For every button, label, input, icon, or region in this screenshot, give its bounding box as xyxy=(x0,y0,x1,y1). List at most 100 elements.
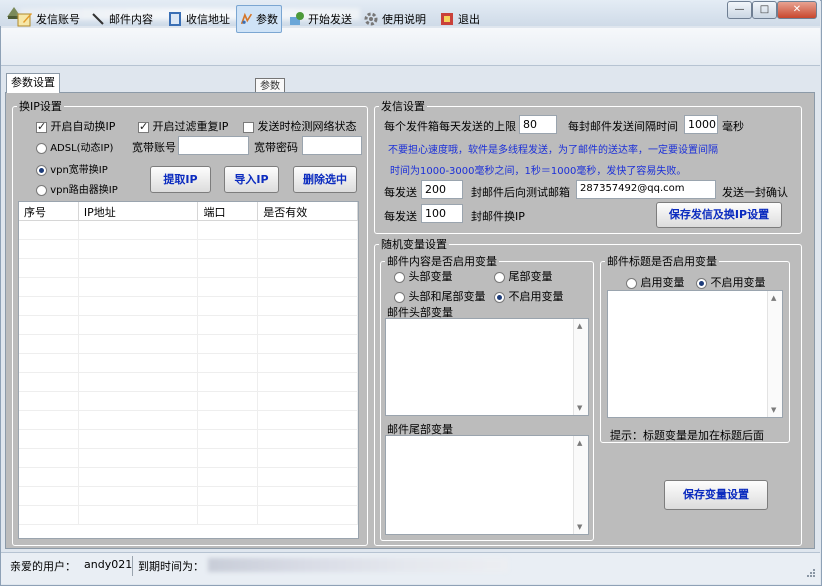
username: andy021 xyxy=(84,558,133,571)
send-icon xyxy=(290,12,304,25)
check-net-checkbox[interactable]: 发送时检测网络状态 xyxy=(243,118,357,134)
table-cell xyxy=(19,506,79,525)
ip-table-body xyxy=(19,221,358,525)
opt-none-radio[interactable]: 不启用变量 xyxy=(494,288,564,304)
toolbar-params-button[interactable]: 参数 xyxy=(236,5,282,33)
table-row[interactable] xyxy=(19,373,358,392)
toolbar-label: 使用说明 xyxy=(382,13,426,26)
table-row[interactable] xyxy=(19,506,358,525)
table-cell xyxy=(79,506,199,525)
save-variables-button[interactable]: 保存变量设置 xyxy=(664,480,768,510)
ip-table[interactable]: 序号 IP地址 端口 是否有效 xyxy=(18,201,359,539)
table-cell xyxy=(19,430,79,449)
table-cell xyxy=(79,487,199,506)
filter-dup-checkbox[interactable]: 开启过滤重复IP xyxy=(138,118,228,134)
switch-ip-every-input[interactable]: 100 xyxy=(421,204,463,223)
toolbar-content-button[interactable]: 邮件内容 xyxy=(87,5,156,33)
scrollbar[interactable] xyxy=(767,291,782,417)
toolbar-label: 邮件内容 xyxy=(109,13,153,26)
toolbar xyxy=(1,28,820,66)
table-row[interactable] xyxy=(19,411,358,430)
toolbar-send-button[interactable]: 开始发送 xyxy=(286,5,355,33)
table-cell xyxy=(198,316,259,335)
toolbar-label: 发信账号 xyxy=(36,13,80,26)
minimize-button[interactable]: — xyxy=(727,1,752,19)
ip-table-header: 序号 IP地址 端口 是否有效 xyxy=(19,202,358,221)
table-row[interactable] xyxy=(19,240,358,259)
save-send-settings-button[interactable]: 保存发信及换IP设置 xyxy=(656,202,782,228)
table-row[interactable] xyxy=(19,354,358,373)
hint-line-1: 不要担心速度哦，软件是多线程发送，为了邮件的送达率，一定要设置间隔 xyxy=(388,145,718,156)
table-cell xyxy=(198,430,259,449)
test-every-input[interactable]: 200 xyxy=(421,180,463,199)
table-cell xyxy=(19,335,79,354)
hint-line-2: 时间为1000-3000毫秒之间，1秒＝1000毫秒，发快了容易失败。 xyxy=(390,166,687,177)
toolbar-exit-button[interactable]: 退出 xyxy=(436,5,483,33)
maximize-button[interactable]: □ xyxy=(752,1,777,19)
table-cell xyxy=(258,392,358,411)
vpn-router-radio[interactable]: vpn路由器换IP xyxy=(36,181,118,196)
resize-grip-icon[interactable] xyxy=(804,566,816,578)
table-cell xyxy=(258,411,358,430)
table-cell xyxy=(198,240,259,259)
table-cell xyxy=(258,373,358,392)
adsl-account-label: 宽带账号 xyxy=(132,141,176,154)
auto-switch-checkbox[interactable]: 开启自动换IP xyxy=(36,118,115,134)
subject-enable-radio[interactable]: 启用变量 xyxy=(626,274,685,290)
opt-tail-radio[interactable]: 尾部变量 xyxy=(494,268,553,284)
subject-disable-radio[interactable]: 不启用变量 xyxy=(696,274,766,290)
table-row[interactable] xyxy=(19,278,358,297)
interval-input[interactable]: 1000 xyxy=(684,115,718,134)
opt-both-radio[interactable]: 头部和尾部变量 xyxy=(394,288,486,304)
table-cell xyxy=(258,297,358,316)
toolbar-help-button[interactable]: 使用说明 xyxy=(360,5,429,33)
table-cell xyxy=(198,259,259,278)
table-cell xyxy=(19,392,79,411)
scrollbar[interactable] xyxy=(573,436,588,534)
table-cell xyxy=(19,487,79,506)
toolbar-accounts-button[interactable]: 发信账号 xyxy=(14,5,83,33)
import-ip-button[interactable]: 导入IP xyxy=(224,166,279,193)
table-row[interactable] xyxy=(19,316,358,335)
table-cell xyxy=(19,297,79,316)
delete-selected-button[interactable]: 删除选中 xyxy=(293,166,357,193)
col-header-valid[interactable]: 是否有效 xyxy=(258,202,358,220)
vpn-broadband-radio[interactable]: vpn宽带换IP xyxy=(36,161,108,176)
table-row[interactable] xyxy=(19,221,358,240)
daily-limit-input[interactable]: 80 xyxy=(519,115,557,134)
test-email-input[interactable]: 287357492@qq.com xyxy=(576,180,716,199)
table-cell xyxy=(258,221,358,240)
toolbar-address-button[interactable]: 收信地址 xyxy=(164,5,233,33)
adsl-password-input[interactable] xyxy=(302,136,362,155)
table-row[interactable] xyxy=(19,392,358,411)
fetch-ip-button[interactable]: 提取IP xyxy=(150,166,211,193)
user-label: 亲爱的用户： xyxy=(10,560,76,573)
table-row[interactable] xyxy=(19,335,358,354)
table-row[interactable] xyxy=(19,430,358,449)
col-header-index[interactable]: 序号 xyxy=(19,202,79,220)
scrollbar[interactable] xyxy=(573,319,588,415)
table-cell xyxy=(79,373,199,392)
table-row[interactable] xyxy=(19,449,358,468)
table-cell xyxy=(79,240,199,259)
toolbar-label: 退出 xyxy=(458,13,480,26)
opt-head-radio[interactable]: 头部变量 xyxy=(394,268,453,284)
table-cell xyxy=(19,259,79,278)
every-send-label-2: 每发送 xyxy=(384,210,417,223)
table-cell xyxy=(79,221,199,240)
adsl-radio[interactable]: ADSL(动态IP) xyxy=(36,139,113,154)
tab-params[interactable]: 参数设置 xyxy=(6,73,60,93)
table-row[interactable] xyxy=(19,297,358,316)
adsl-account-input[interactable] xyxy=(178,136,249,155)
head-variable-textarea[interactable] xyxy=(385,318,589,416)
col-header-port[interactable]: 端口 xyxy=(198,202,259,220)
table-row[interactable] xyxy=(19,468,358,487)
subject-variable-textarea[interactable] xyxy=(607,290,783,418)
table-row[interactable] xyxy=(19,259,358,278)
confirm-label: 发送一封确认 xyxy=(722,186,788,199)
close-button[interactable]: ✕ xyxy=(777,1,817,19)
table-row[interactable] xyxy=(19,487,358,506)
table-cell xyxy=(79,430,199,449)
tail-variable-textarea[interactable] xyxy=(385,435,589,535)
col-header-ip[interactable]: IP地址 xyxy=(79,202,199,220)
